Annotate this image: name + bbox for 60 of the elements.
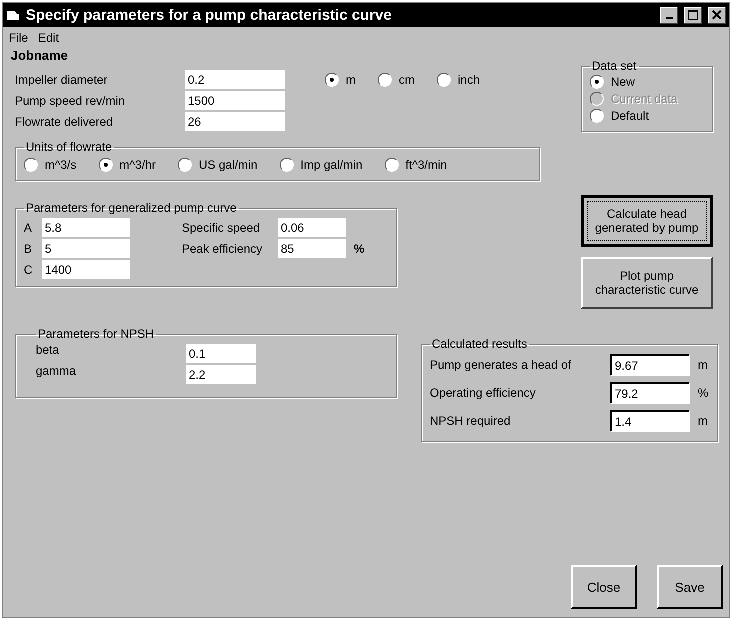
input-field[interactable]: 85 bbox=[278, 239, 346, 258]
field-label: Peak efficiency bbox=[182, 242, 264, 256]
radio-option[interactable]: m^3/s bbox=[24, 158, 77, 172]
result-field[interactable]: 1.4 bbox=[610, 410, 690, 432]
group-title: Data set bbox=[591, 59, 638, 73]
radio-option[interactable]: Default bbox=[590, 109, 704, 123]
radio-option[interactable]: Imp gal/min bbox=[280, 158, 363, 172]
close-button[interactable] bbox=[708, 6, 726, 24]
input-field[interactable]: 0.2 bbox=[185, 70, 285, 89]
radio-option[interactable]: m bbox=[325, 72, 356, 86]
radio-option[interactable]: m^3/hr bbox=[98, 158, 156, 172]
radio-option[interactable]: inch bbox=[437, 72, 480, 86]
field-label: Flowrate delivered bbox=[15, 114, 114, 128]
input-field[interactable]: 1400 bbox=[42, 260, 130, 279]
input-field[interactable]: 0.1 bbox=[186, 344, 256, 363]
input-field[interactable]: 5 bbox=[42, 239, 130, 258]
unit-label: m bbox=[697, 414, 709, 428]
input-field[interactable]: 5.8 bbox=[42, 218, 130, 237]
maximize-button[interactable] bbox=[684, 6, 702, 24]
input-field[interactable]: 2.2 bbox=[186, 365, 256, 384]
minimize-button[interactable] bbox=[660, 6, 678, 24]
radio-option[interactable]: New bbox=[590, 75, 704, 89]
radio-option[interactable]: US gal/min bbox=[178, 158, 258, 172]
menu-item[interactable]: File bbox=[9, 31, 28, 45]
field-label: Impeller diameter bbox=[15, 72, 109, 86]
field-label: C bbox=[24, 262, 34, 276]
result-field[interactable]: 79.2 bbox=[610, 382, 690, 404]
action-button[interactable]: Calculate head generated by pump bbox=[581, 195, 713, 247]
input-field[interactable]: 0.06 bbox=[278, 218, 346, 237]
field-label: Pump speed rev/min bbox=[15, 94, 126, 108]
minimize-icon bbox=[666, 17, 672, 19]
group-title: Parameters for generalized pump curve bbox=[25, 201, 238, 215]
unit-label: m bbox=[697, 358, 709, 372]
result-label: Operating efficiency bbox=[430, 386, 537, 400]
group-title: Units of flowrate bbox=[25, 140, 114, 154]
dialog-button[interactable]: Save bbox=[657, 565, 723, 609]
field-label: Specific speed bbox=[182, 220, 262, 234]
unit-label: % bbox=[697, 386, 709, 400]
field-label: B bbox=[24, 242, 34, 256]
result-label: NPSH required bbox=[430, 414, 512, 428]
jobname-label: Jobname bbox=[11, 48, 68, 63]
maximize-icon bbox=[688, 10, 698, 20]
input-field[interactable]: 1500 bbox=[185, 91, 285, 110]
field-label: gamma bbox=[36, 364, 78, 380]
action-button[interactable]: Plot pump characteristic curve bbox=[581, 257, 713, 309]
result-field[interactable]: 9.67 bbox=[610, 354, 690, 376]
radio-option[interactable]: cm bbox=[378, 72, 415, 86]
field-label: beta bbox=[36, 343, 60, 359]
dialog-button[interactable]: Close bbox=[571, 565, 637, 609]
group-title: Calculated results bbox=[431, 337, 528, 351]
window-title: Specify parameters for a pump characteristic curve bbox=[26, 6, 393, 24]
result-label: Pump generates a head of bbox=[430, 358, 572, 372]
radio-option[interactable]: ft^3/min bbox=[384, 158, 448, 172]
group-title: Parameters for NPSH bbox=[37, 327, 156, 341]
field-label: A bbox=[24, 220, 34, 234]
input-field[interactable]: 26 bbox=[185, 112, 285, 131]
unit-label: % bbox=[353, 242, 366, 256]
close-icon bbox=[712, 10, 722, 20]
app-icon bbox=[6, 9, 20, 21]
menu-item[interactable]: Edit bbox=[38, 31, 60, 45]
